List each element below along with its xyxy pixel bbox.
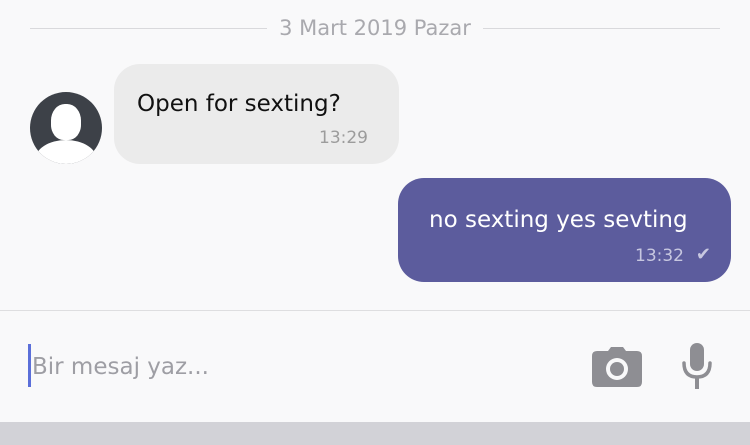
divider-line — [30, 27, 268, 29]
divider-line — [482, 27, 720, 29]
microphone-button[interactable] — [682, 343, 712, 389]
date-label: 3 Mart 2019 Pazar — [279, 16, 471, 40]
microphone-icon — [682, 343, 712, 389]
keyboard-top-edge — [0, 422, 750, 445]
outgoing-message-bubble[interactable]: no sexting yes sevting 13:32 ✔ — [398, 178, 731, 282]
camera-button[interactable] — [592, 347, 642, 387]
camera-icon — [592, 347, 642, 387]
text-cursor — [28, 344, 31, 387]
avatar[interactable] — [30, 92, 102, 164]
message-time: 13:32 — [635, 246, 684, 266]
avatar-body — [35, 140, 97, 164]
message-text: Open for sexting? — [137, 91, 341, 117]
check-icon: ✔ — [695, 244, 711, 265]
message-time: 13:29 — [319, 128, 368, 148]
incoming-message-bubble[interactable]: Open for sexting? 13:29 — [114, 64, 399, 164]
message-input[interactable] — [32, 347, 552, 387]
message-text: no sexting yes sevting — [429, 207, 688, 233]
date-separator: 3 Mart 2019 Pazar — [30, 14, 720, 42]
avatar-head — [51, 104, 81, 140]
message-composer — [0, 310, 750, 422]
